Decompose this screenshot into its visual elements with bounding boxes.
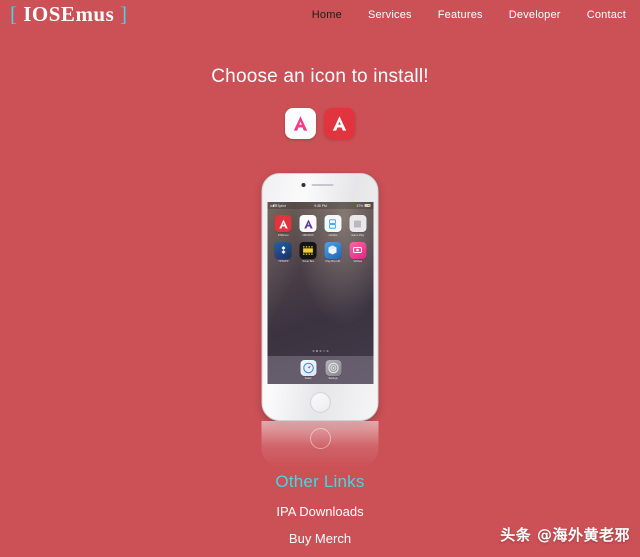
app-label: AirShou (353, 260, 363, 263)
app-item[interactable]: AirShou (347, 241, 369, 263)
app-label: PPSSPP (278, 260, 289, 263)
ppsspp-app-icon[interactable] (274, 241, 292, 259)
dual-screen-icon (329, 218, 337, 229)
footer-link-ipa-downloads[interactable]: IPA Downloads (0, 504, 640, 519)
clock-label: 9:38 PM (314, 203, 327, 208)
movie-box-app-icon[interactable] (299, 241, 317, 259)
app-item[interactable]: nds4ios (322, 215, 344, 237)
logo-text: IOSEmus (23, 2, 115, 26)
phone-body: Sprint 9:38 PM 67% IOSEmus GBA4iOS nds4i… (261, 173, 379, 421)
letter-a-icon (303, 219, 313, 228)
letter-a-icon (332, 116, 347, 131)
app-item[interactable]: Game Play (347, 215, 369, 237)
dark-icon-choice-button[interactable] (324, 108, 355, 139)
status-bar: Sprint 9:38 PM 67% (267, 202, 374, 209)
main-navigation: Home Services Features Developer Contact (312, 9, 626, 21)
app-label: nds4ios (328, 233, 338, 237)
light-icon-choice-button[interactable] (285, 108, 316, 139)
dock-label: Safari (304, 377, 312, 381)
battery-percent-label: 67% (356, 203, 364, 208)
app-label: IOSEmus (277, 233, 289, 237)
nav-item-services[interactable]: Services (368, 9, 412, 21)
iosemus-app-icon[interactable] (274, 215, 292, 232)
square-icon (354, 220, 362, 227)
dock-item[interactable]: Settings (325, 359, 341, 381)
app-label: Game Play (351, 233, 365, 237)
battery-icon (364, 204, 371, 207)
signal-icon (270, 203, 276, 208)
page-indicator-dots (268, 350, 374, 352)
earpiece-speaker-icon (311, 184, 334, 186)
gamepad-icon (281, 246, 286, 254)
app-label: Play Box HD (325, 260, 341, 263)
app-label: Movie Box (302, 260, 315, 263)
game-play-app-icon[interactable] (349, 215, 367, 232)
nav-item-contact[interactable]: Contact (587, 9, 626, 21)
app-item[interactable]: IOSEmus (273, 215, 295, 237)
nav-item-home[interactable]: Home (312, 9, 342, 21)
iphone-mockup: Sprint 9:38 PM 67% IOSEmus GBA4iOS nds4i… (258, 173, 383, 467)
app-item[interactable]: PPSSPP (273, 241, 295, 263)
watermark: 头条 @海外黄老邪 (500, 526, 630, 544)
footer-heading: Other Links (275, 472, 365, 491)
home-button[interactable] (309, 392, 331, 413)
dock-item[interactable]: Safari (300, 359, 316, 381)
box-icon (328, 245, 337, 255)
letter-a-icon (279, 219, 288, 228)
nav-item-developer[interactable]: Developer (509, 9, 561, 21)
play-box-hd-app-icon[interactable] (324, 241, 342, 259)
gba4ios-app-icon[interactable] (299, 215, 317, 232)
phone-dock: Safari Settings (267, 356, 374, 384)
gear-icon (327, 362, 339, 373)
letter-a-icon (293, 116, 308, 131)
settings-app-icon[interactable] (325, 359, 341, 376)
dock-label: Settings (328, 377, 338, 381)
reflection-home-button (309, 428, 331, 449)
phone-screen: Sprint 9:38 PM 67% IOSEmus GBA4iOS nds4i… (267, 202, 374, 384)
site-logo[interactable]: [ IOSEmus ] (10, 2, 128, 27)
logo-bracket-close: ] (120, 2, 128, 26)
app-item[interactable]: Play Box HD (322, 241, 344, 263)
safari-app-icon[interactable] (300, 359, 316, 376)
logo-bracket-open: [ (10, 2, 18, 26)
app-label: GBA4iOS (302, 233, 314, 237)
nav-item-features[interactable]: Features (438, 9, 483, 21)
app-item[interactable]: GBA4iOS (297, 215, 319, 237)
site-header: [ IOSEmus ] Home Services Features Devel… (0, 0, 640, 32)
carrier-label: Sprint (277, 203, 286, 208)
record-camera-icon (353, 247, 363, 253)
film-reel-icon (303, 245, 313, 255)
app-item[interactable]: Movie Box (297, 241, 319, 263)
page-title: Choose an icon to install! (211, 66, 429, 87)
airshou-app-icon[interactable] (349, 241, 367, 259)
phone-reflection (261, 421, 379, 467)
icon-chooser (0, 108, 640, 139)
home-screen-app-grid: IOSEmus GBA4iOS nds4ios Game Play PPSSPP… (268, 209, 374, 263)
nds4ios-app-icon[interactable] (324, 215, 342, 232)
compass-icon (302, 362, 314, 373)
front-camera-icon (301, 183, 306, 187)
